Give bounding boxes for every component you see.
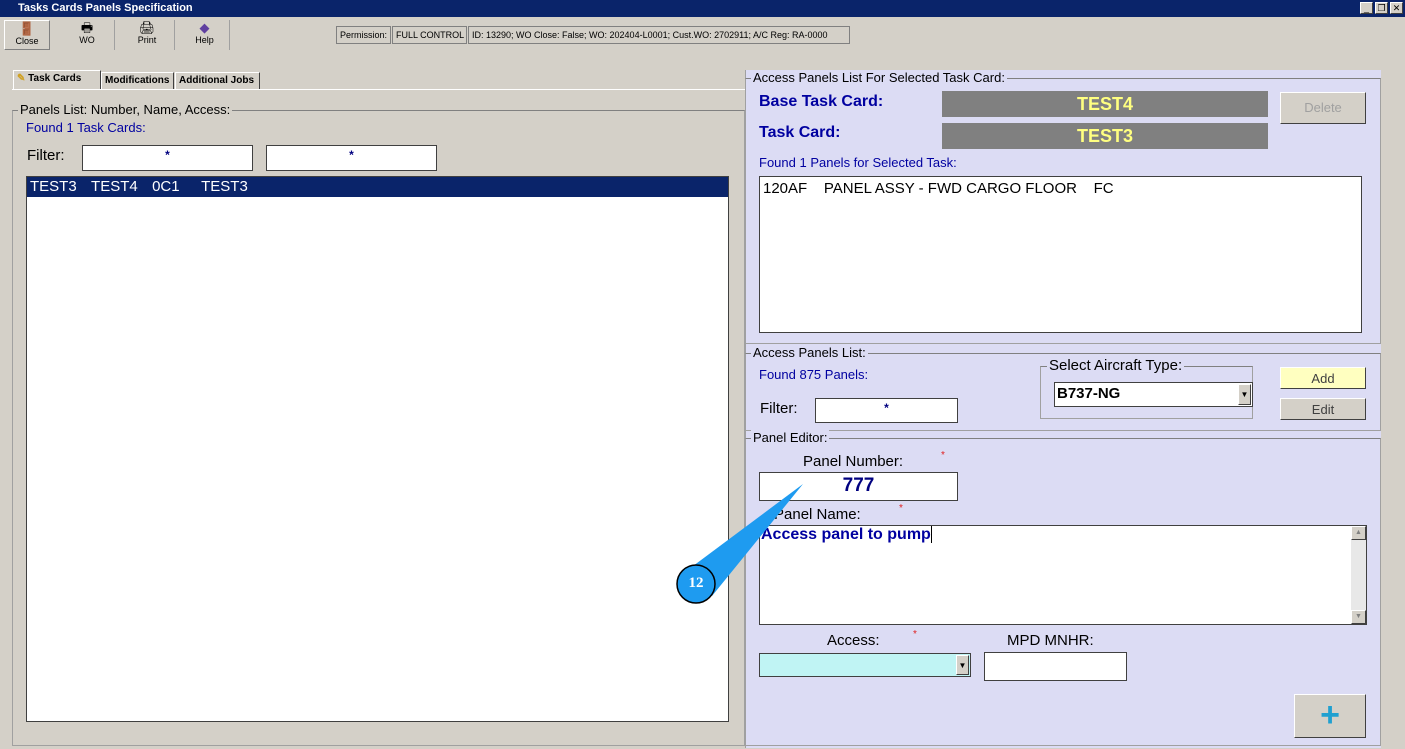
- callout-pointer: [676, 484, 803, 604]
- callout-badge: 12: [688, 575, 704, 591]
